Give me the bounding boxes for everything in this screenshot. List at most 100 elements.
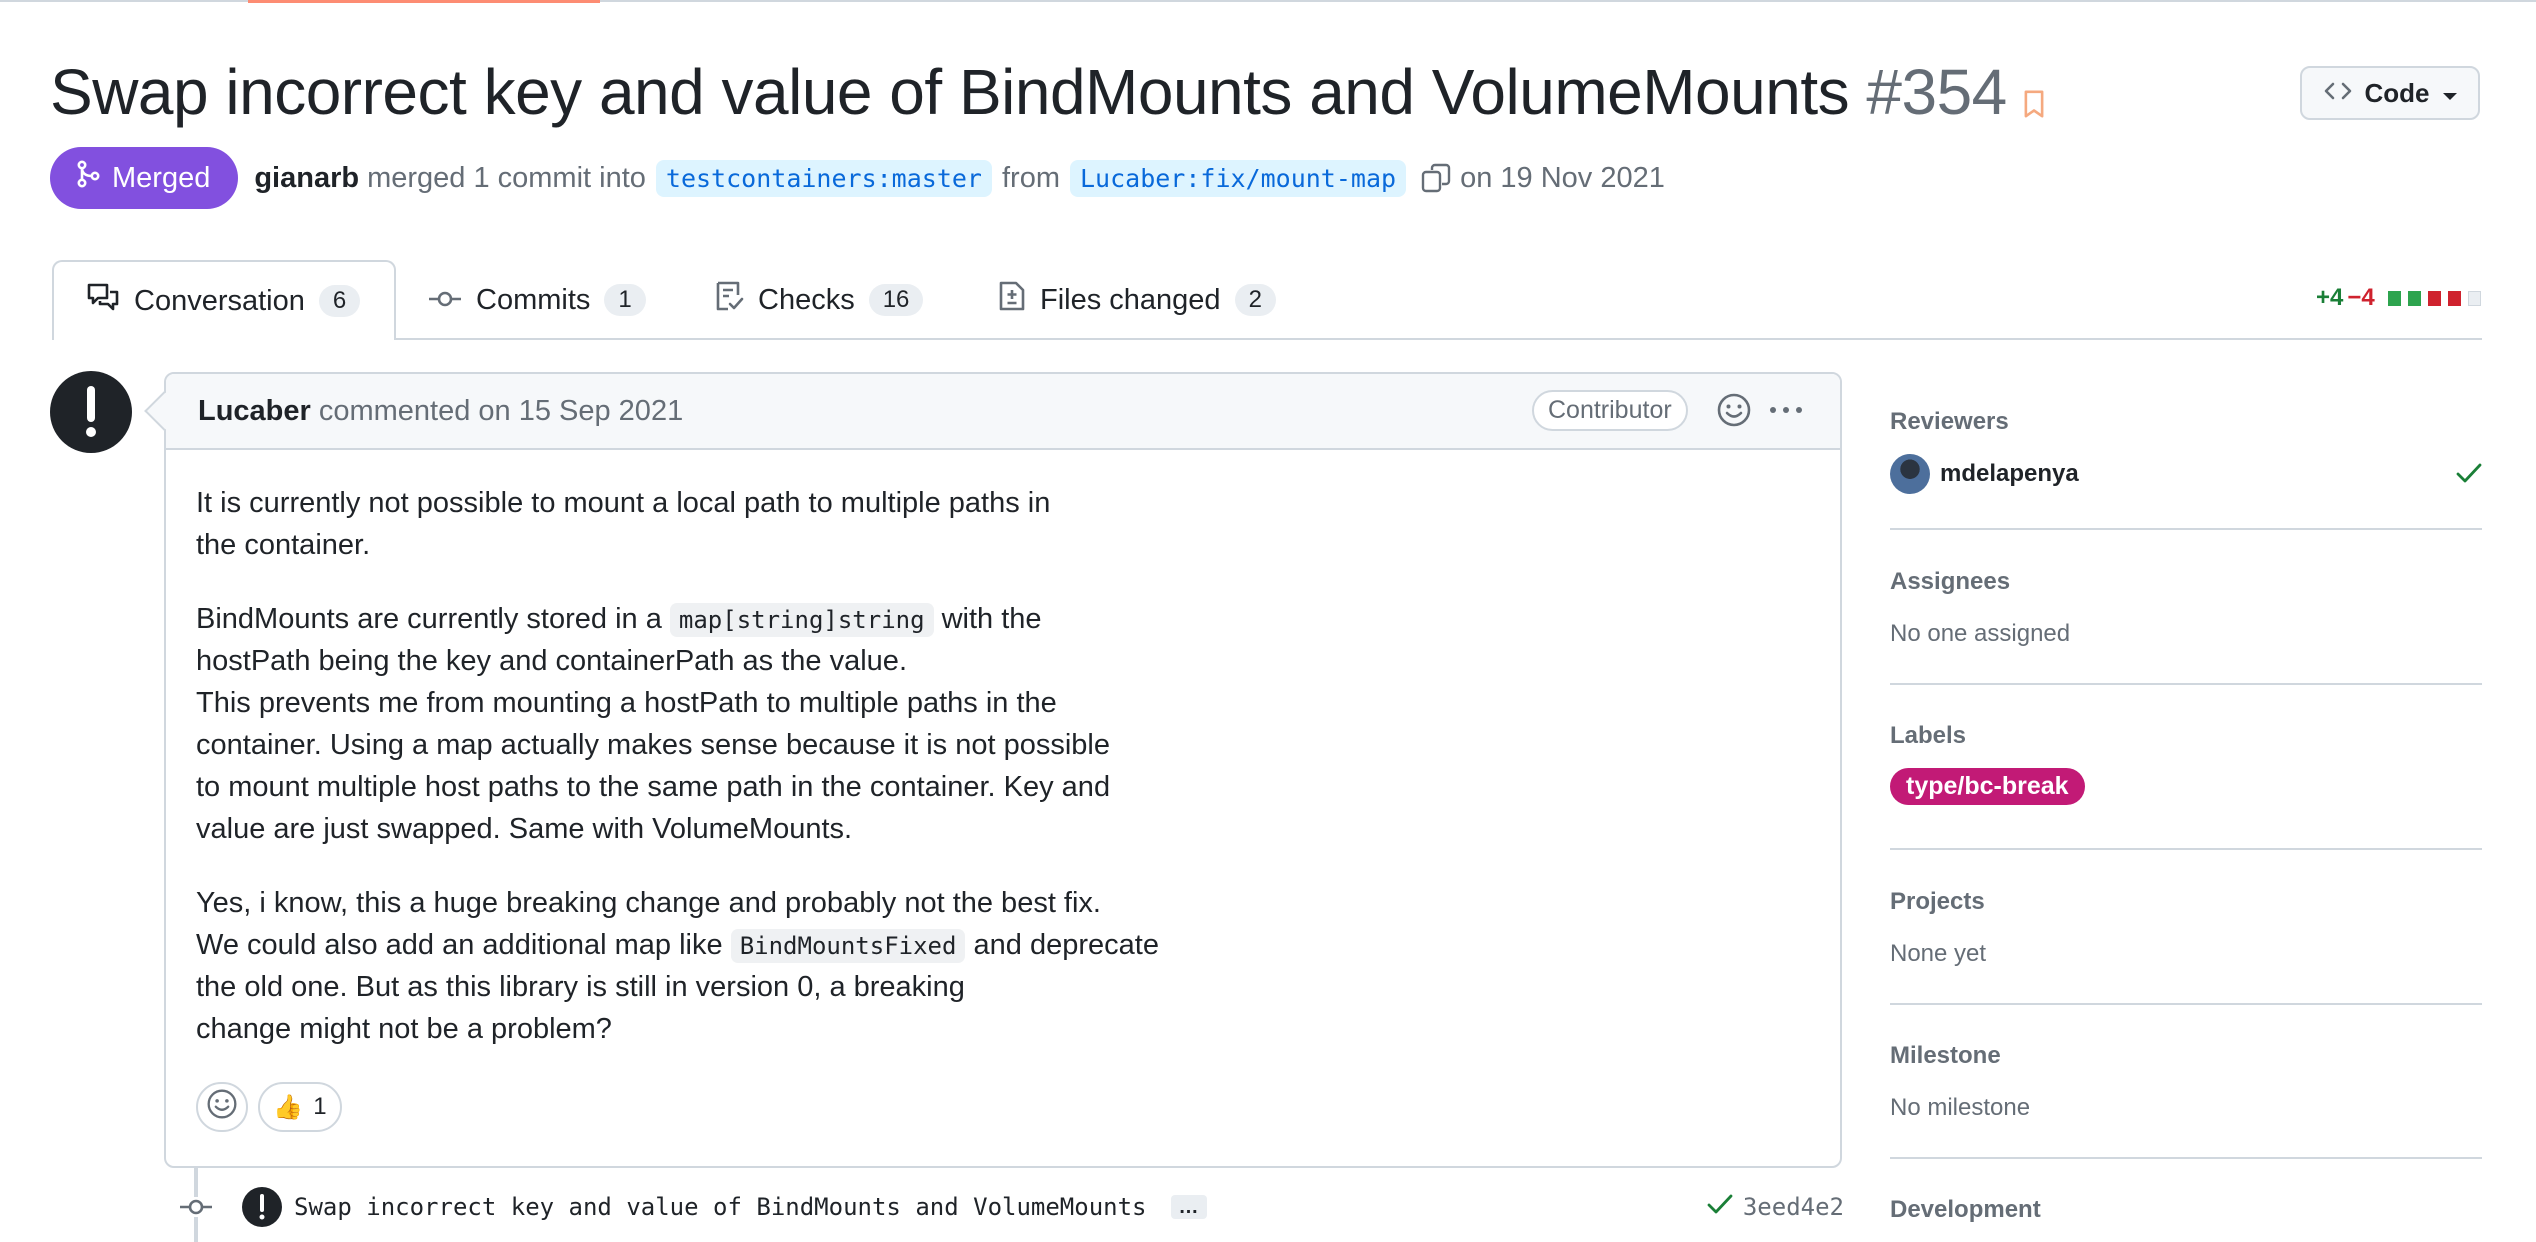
comment-line: to mount multiple host paths to the same… bbox=[196, 771, 1111, 803]
assignees-section: Assignees No one assigned bbox=[1890, 568, 2482, 648]
code-button-label: Code bbox=[2364, 77, 2430, 108]
tab-label: Commits bbox=[476, 283, 591, 316]
milestone-section: Milestone No milestone bbox=[1890, 1042, 2482, 1122]
tab-files-changed[interactable]: Files changed 2 bbox=[998, 260, 1276, 340]
comment-line: We could also add an additional map like… bbox=[196, 924, 1159, 967]
diffstat-block-neutral bbox=[2467, 290, 2481, 306]
code-icon bbox=[2323, 78, 2353, 109]
avatar[interactable] bbox=[50, 371, 132, 453]
tab-checks[interactable]: Checks 16 bbox=[714, 260, 924, 340]
page-title: Swap incorrect key and value of BindMoun… bbox=[50, 52, 2047, 137]
head-branch[interactable]: Lucaber:fix/mount-map bbox=[1069, 159, 1407, 197]
sidebar-divider bbox=[1890, 1003, 2482, 1005]
pr-title: Swap incorrect key and value of BindMoun… bbox=[50, 56, 1850, 128]
milestone-title[interactable]: Milestone bbox=[1890, 1042, 2482, 1070]
assignees-title[interactable]: Assignees bbox=[1890, 568, 2482, 596]
comment-line: BindMounts are currently stored in a map… bbox=[196, 598, 1042, 641]
commit-icon bbox=[428, 284, 462, 317]
reviewer-row: mdelapenya bbox=[1890, 454, 2482, 494]
caret-down-icon bbox=[2442, 78, 2458, 109]
expand-commit-button[interactable]: … bbox=[1170, 1195, 1207, 1219]
comment-line: hostPath being the key and containerPath… bbox=[196, 645, 907, 677]
code-button[interactable]: Code bbox=[2300, 66, 2480, 120]
reviewer-name[interactable]: mdelapenya bbox=[1940, 460, 2079, 488]
alert-icon bbox=[86, 386, 96, 437]
comment-line: container. Using a map actually makes se… bbox=[196, 729, 1110, 761]
check-icon bbox=[2456, 462, 2482, 489]
merged-text: merged 1 commit into bbox=[367, 161, 646, 194]
labels-section: Labels type/bc-break bbox=[1890, 722, 2482, 805]
role-badge: Contributor bbox=[1532, 390, 1688, 431]
development-title[interactable]: Development bbox=[1890, 1196, 2482, 1224]
comment-timestamp[interactable]: commented on 15 Sep 2021 bbox=[319, 395, 683, 428]
tab-counter: 2 bbox=[1234, 284, 1276, 316]
text-segment: and deprecate bbox=[973, 929, 1159, 961]
from-text: from bbox=[1001, 161, 1060, 194]
tab-label: Files changed bbox=[1040, 283, 1221, 316]
diffstat-block-added bbox=[2387, 290, 2401, 306]
thumbs-up-reaction[interactable]: 👍 1 bbox=[258, 1082, 342, 1132]
projects-value: None yet bbox=[1890, 940, 1987, 967]
state-label: Merged bbox=[112, 161, 211, 194]
active-nav-underline bbox=[248, 0, 600, 3]
tab-commits[interactable]: Commits 1 bbox=[428, 260, 646, 340]
alert-icon bbox=[259, 1194, 265, 1220]
diffstat-block-deleted bbox=[2427, 290, 2441, 306]
tab-label: Checks bbox=[758, 283, 855, 316]
commit-message[interactable]: Swap incorrect key and value of BindMoun… bbox=[294, 1193, 1147, 1221]
comment-paragraph: It is currently not possible to mount a … bbox=[196, 487, 1051, 561]
kebab-menu-icon[interactable] bbox=[1768, 394, 1804, 434]
reviewers-section: Reviewers mdelapenya bbox=[1890, 408, 2482, 494]
tab-label: Conversation bbox=[134, 284, 305, 317]
diffstat-block-deleted bbox=[2447, 290, 2461, 306]
comment-line: change might not be a problem? bbox=[196, 1013, 612, 1045]
add-reaction-icon[interactable] bbox=[1716, 392, 1752, 436]
add-reaction-button[interactable] bbox=[196, 1082, 248, 1132]
smiley-icon bbox=[206, 1088, 238, 1127]
bookmark-icon bbox=[2021, 57, 2047, 137]
state-badge: Merged bbox=[50, 147, 239, 209]
development-section: Development bbox=[1890, 1196, 2482, 1224]
text-segment: We could also add an additional map like bbox=[196, 929, 723, 961]
comment-line: Yes, i know, this a huge breaking change… bbox=[196, 887, 1101, 919]
inline-code: BindMountsFixed bbox=[730, 929, 966, 963]
sidebar-divider bbox=[1890, 848, 2482, 850]
text-segment: BindMounts are currently stored in a bbox=[196, 603, 662, 635]
projects-section: Projects None yet bbox=[1890, 888, 2482, 968]
projects-title[interactable]: Projects bbox=[1890, 888, 2482, 916]
label-badge[interactable]: type/bc-break bbox=[1890, 768, 2085, 805]
commit-author-avatar[interactable] bbox=[242, 1187, 282, 1227]
tab-conversation[interactable]: Conversation 6 bbox=[52, 260, 397, 340]
text-segment: with the bbox=[941, 603, 1042, 635]
reaction-count: 1 bbox=[313, 1093, 327, 1120]
diffstat-block-added bbox=[2407, 290, 2421, 306]
merge-icon bbox=[76, 160, 100, 196]
thumbs-up-icon: 👍 bbox=[273, 1093, 304, 1121]
reviewers-title[interactable]: Reviewers bbox=[1890, 408, 2482, 436]
tab-counter: 1 bbox=[604, 284, 646, 316]
pr-number: #354 bbox=[1866, 56, 2007, 128]
merge-date: on 19 Nov 2021 bbox=[1460, 161, 1665, 194]
comment-line: This prevents me from mounting a hostPat… bbox=[196, 687, 1057, 719]
avatar[interactable] bbox=[1890, 454, 1930, 494]
assignees-value: No one assigned bbox=[1890, 620, 2071, 647]
labels-title[interactable]: Labels bbox=[1890, 722, 2482, 750]
comment-author[interactable]: Lucaber bbox=[198, 395, 311, 428]
copy-icon[interactable] bbox=[1420, 162, 1452, 194]
comment-line: the old one. But as this library is stil… bbox=[196, 971, 965, 1003]
diff-deletions: −4 bbox=[2347, 284, 2375, 311]
comment-line: value are just swapped. Same with Volume… bbox=[196, 813, 853, 845]
comment-header: Lucaber commented on 15 Sep 2021 Contrib… bbox=[166, 374, 1840, 450]
check-icon[interactable] bbox=[1707, 1193, 1733, 1222]
base-branch[interactable]: testcontainers:master bbox=[655, 159, 992, 197]
diff-additions: +4 bbox=[2316, 284, 2344, 311]
milestone-value: No milestone bbox=[1890, 1094, 2031, 1121]
commit-icon bbox=[178, 1197, 214, 1217]
pr-meta: Merged gianarb merged 1 commit into test… bbox=[50, 146, 1665, 210]
inline-code: map[string]string bbox=[669, 603, 934, 637]
reactions: 👍 1 bbox=[196, 1082, 342, 1132]
commit-sha[interactable]: 3eed4e2 bbox=[1743, 1193, 1844, 1221]
sidebar-divider bbox=[1890, 528, 2482, 530]
checklist-icon bbox=[714, 280, 744, 320]
merged-by-link[interactable]: gianarb bbox=[254, 162, 359, 195]
